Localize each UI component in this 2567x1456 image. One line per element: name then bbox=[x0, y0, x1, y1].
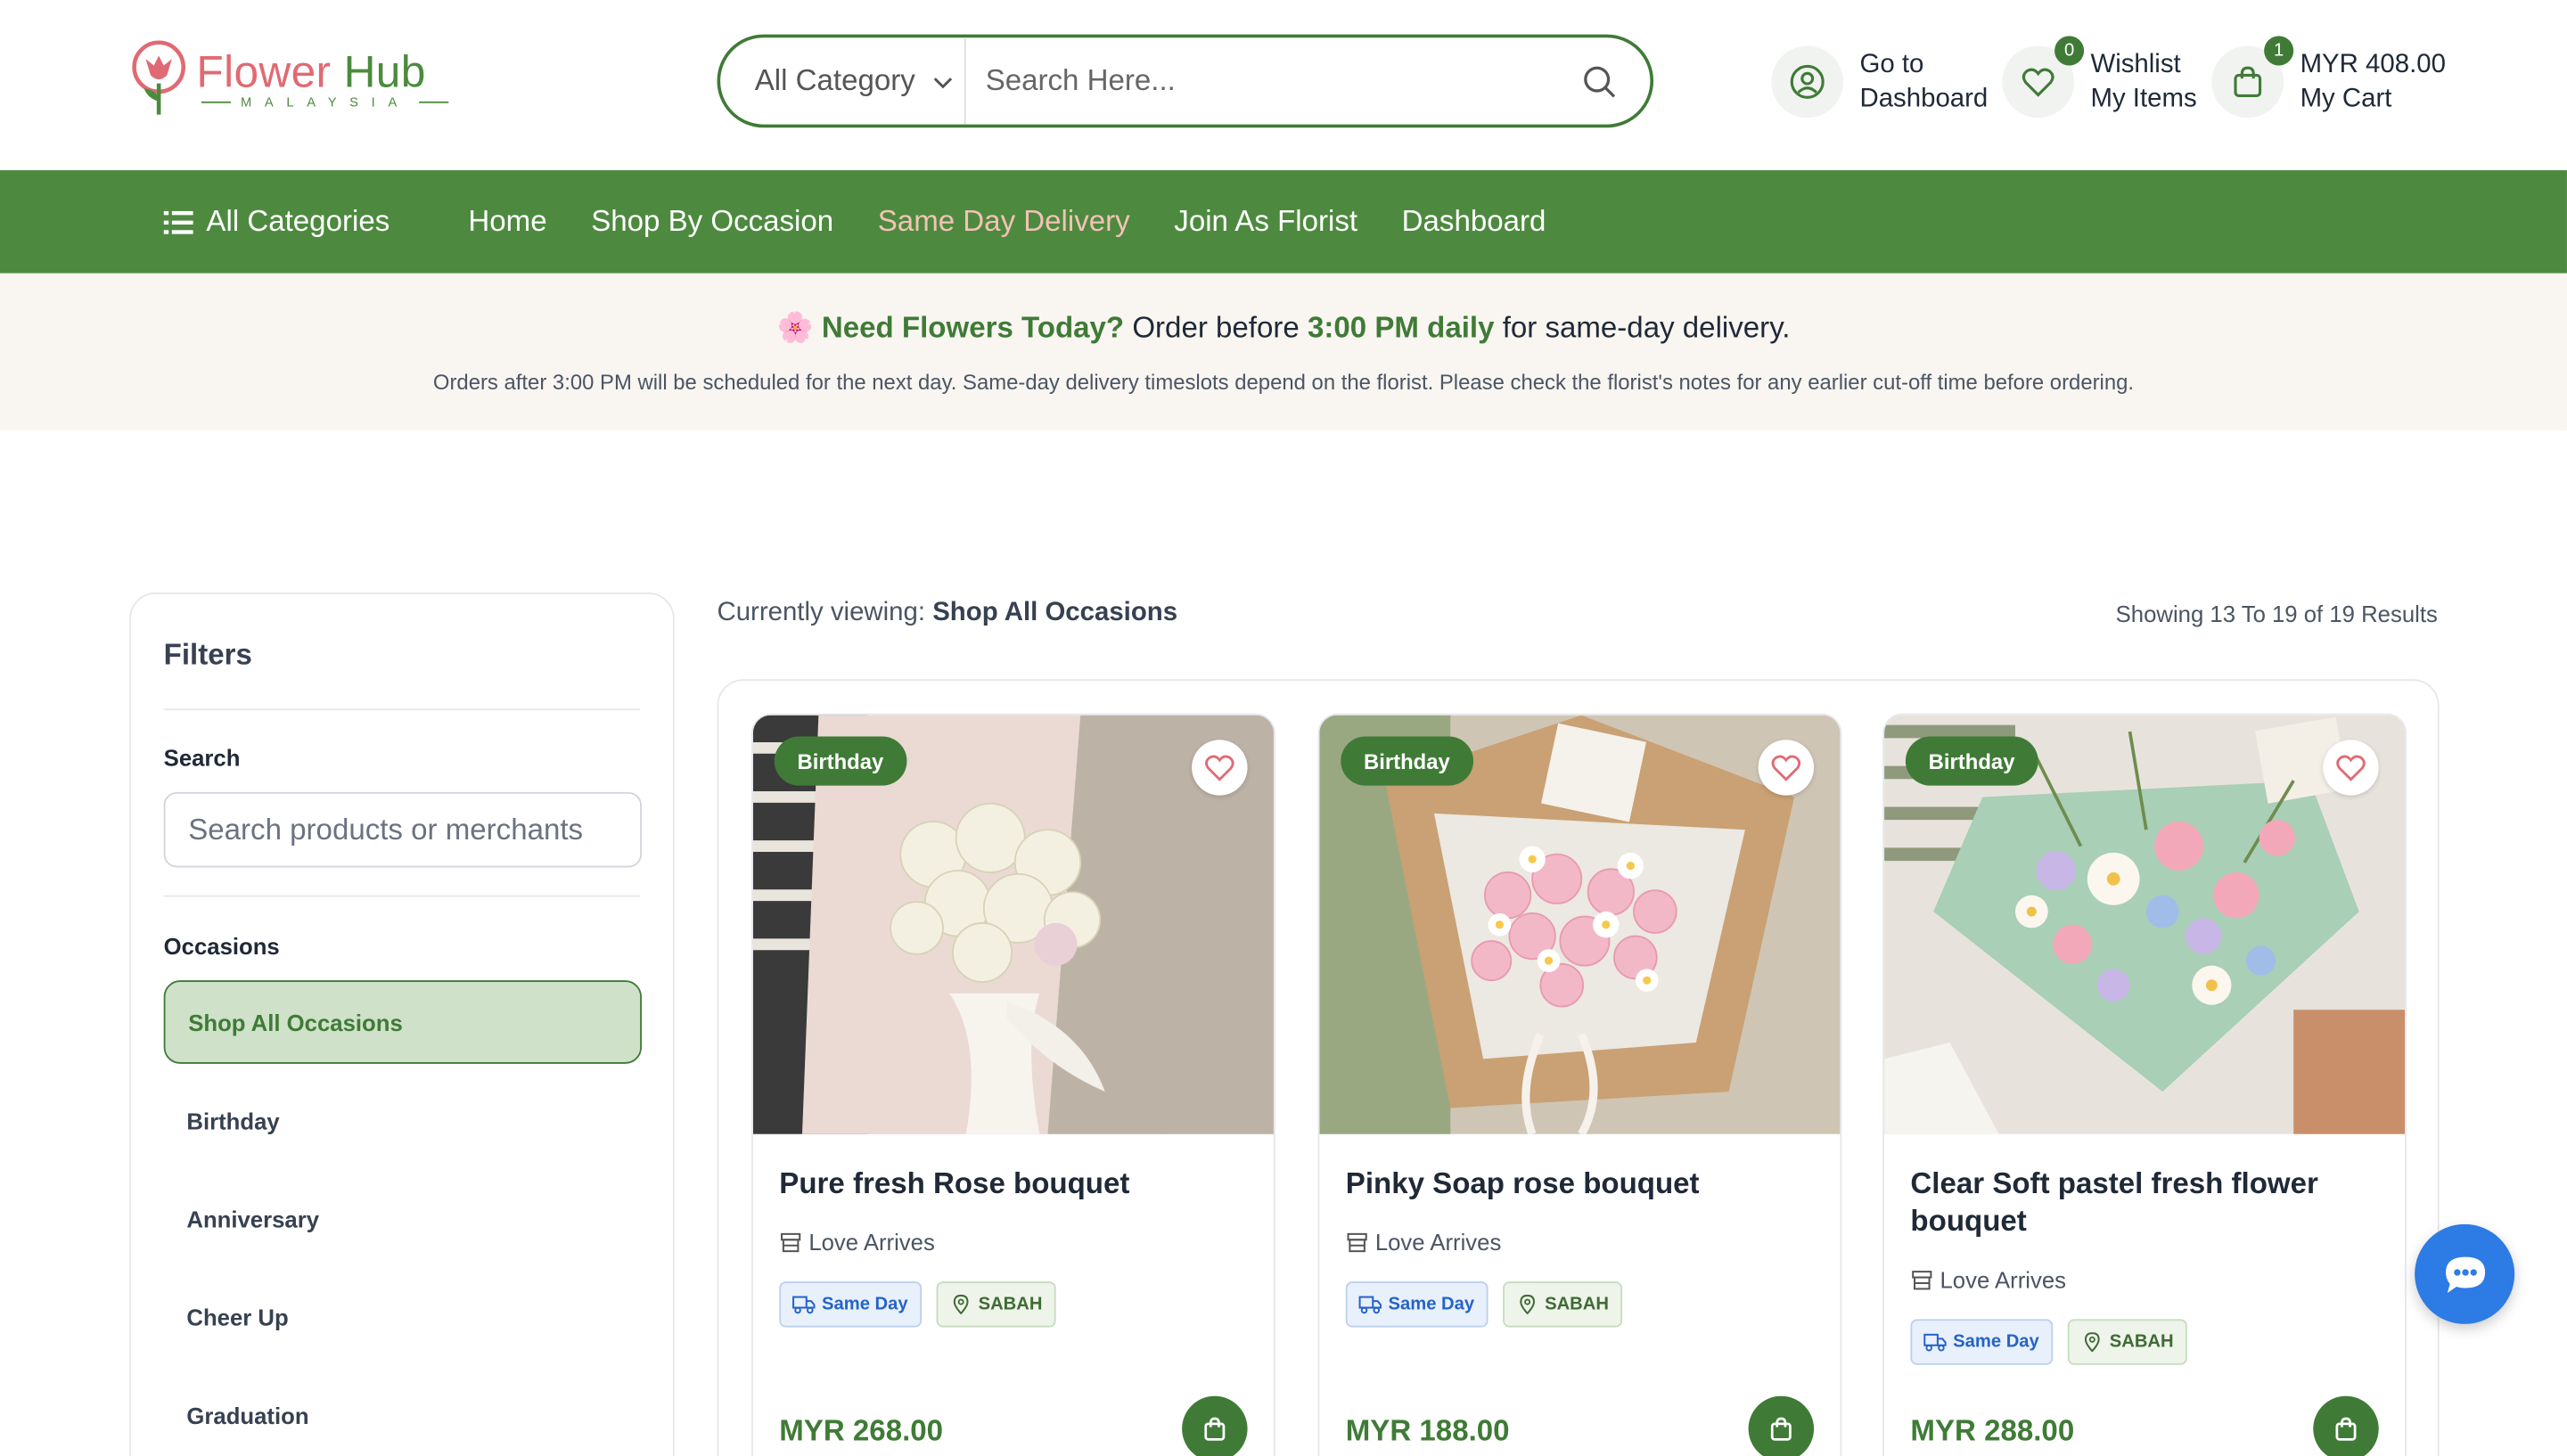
cart-count-badge: 1 bbox=[2264, 36, 2294, 66]
logo-subtitle: MALAYSIA bbox=[201, 94, 450, 109]
search-icon[interactable] bbox=[1581, 63, 1617, 99]
all-categories-button[interactable]: All Categories bbox=[163, 205, 390, 240]
header-search-input[interactable] bbox=[965, 63, 1582, 99]
heart-icon bbox=[2336, 755, 2366, 781]
store-icon bbox=[1347, 1232, 1367, 1253]
results-count: Showing 13 To 19 of 19 Results bbox=[2115, 601, 2438, 627]
location-badge: SABAH bbox=[935, 1281, 1056, 1328]
banner-note: Orders after 3:00 PM will be scheduled f… bbox=[432, 370, 2135, 395]
filter-search-label: Search bbox=[163, 744, 241, 772]
truck-icon bbox=[1923, 1333, 1947, 1352]
map-pin-icon bbox=[1519, 1294, 1535, 1314]
nav-dashboard[interactable]: Dashboard bbox=[1402, 205, 1546, 240]
same-day-badge: Same Day bbox=[779, 1281, 922, 1328]
occasion-tag: Birthday bbox=[1905, 736, 2038, 786]
chat-bubble-icon bbox=[2445, 1256, 2485, 1293]
add-to-wishlist-button[interactable] bbox=[1192, 740, 1248, 796]
location-badge: SABAH bbox=[2067, 1319, 2187, 1365]
location-badge: SABAH bbox=[1502, 1281, 1622, 1328]
heart-icon bbox=[1771, 755, 1801, 781]
heart-icon bbox=[1205, 755, 1234, 781]
banner-headline: 🌸 Need Flowers Today? Order before 3:00 … bbox=[776, 310, 1791, 344]
filter-search-input[interactable] bbox=[163, 791, 642, 868]
main-nav: All Categories Home Shop By Occasion Sam… bbox=[0, 170, 2567, 274]
shopping-bag-icon bbox=[1770, 1417, 1792, 1441]
product-title[interactable]: Pure fresh Rose bouquet bbox=[779, 1166, 1254, 1203]
add-to-wishlist-button[interactable] bbox=[1758, 740, 1815, 796]
occasion-cheer-up[interactable]: Cheer Up bbox=[164, 1275, 642, 1359]
shopping-bag-icon bbox=[1204, 1417, 1226, 1441]
add-to-cart-button[interactable] bbox=[1182, 1395, 1248, 1456]
product-price: MYR 268.00 bbox=[779, 1413, 944, 1447]
category-select[interactable]: All Category bbox=[720, 37, 966, 125]
product-title[interactable]: Clear Soft pastel fresh flower bouquet bbox=[1910, 1166, 2385, 1240]
nav-join-as-florist[interactable]: Join As Florist bbox=[1174, 205, 1357, 240]
product-card[interactable]: Birthday Pure fresh Rose bouquet Love Ar… bbox=[751, 713, 1275, 1456]
add-to-wishlist-button[interactable] bbox=[2323, 740, 2379, 796]
tulip-logo-icon bbox=[132, 40, 186, 115]
merchant-name[interactable]: Love Arrives bbox=[779, 1229, 935, 1256]
nav-home[interactable]: Home bbox=[468, 205, 546, 240]
add-to-cart-button[interactable] bbox=[1748, 1395, 1815, 1456]
map-pin-icon bbox=[2084, 1332, 2099, 1353]
nav-same-day-delivery[interactable]: Same Day Delivery bbox=[878, 205, 1130, 240]
dashboard-link[interactable]: Go to Dashboard bbox=[1771, 45, 1988, 119]
nav-shop-by-occasion[interactable]: Shop By Occasion bbox=[591, 205, 833, 240]
occasion-anniversary[interactable]: Anniversary bbox=[164, 1177, 642, 1261]
cart-link[interactable]: 1 MYR 408.00 My Cart bbox=[2211, 36, 2446, 119]
site-header: Flower Hub MALAYSIA All Category Go toDa… bbox=[0, 0, 2567, 171]
occasion-tag: Birthday bbox=[774, 736, 907, 786]
chevron-down-icon bbox=[933, 77, 953, 88]
occasion-birthday[interactable]: Birthday bbox=[164, 1078, 642, 1162]
wishlist-link[interactable]: 0 Wishlist My Items bbox=[2002, 36, 2197, 119]
store-icon bbox=[781, 1232, 801, 1253]
filters-title: Filters bbox=[163, 638, 252, 672]
same-day-badge: Same Day bbox=[1345, 1281, 1488, 1328]
merchant-name[interactable]: Love Arrives bbox=[1910, 1267, 2066, 1293]
merchant-name[interactable]: Love Arrives bbox=[1346, 1229, 1501, 1256]
heart-icon bbox=[2022, 68, 2054, 97]
live-chat-button[interactable] bbox=[2415, 1223, 2515, 1324]
truck-icon bbox=[792, 1296, 816, 1314]
map-pin-icon bbox=[953, 1294, 968, 1314]
product-title[interactable]: Pinky Soap rose bouquet bbox=[1346, 1166, 1821, 1203]
same-day-banner: 🌸 Need Flowers Today? Order before 3:00 … bbox=[0, 273, 2567, 431]
product-price: MYR 288.00 bbox=[1910, 1413, 2075, 1447]
logo-name: Flower Hub bbox=[196, 46, 426, 96]
occasion-tag: Birthday bbox=[1341, 736, 1473, 786]
occasion-graduation[interactable]: Graduation bbox=[164, 1373, 642, 1456]
truck-icon bbox=[1358, 1296, 1382, 1314]
currently-viewing: Currently viewing: Shop All Occasions bbox=[717, 599, 1178, 627]
header-search-bar: All Category bbox=[717, 34, 1654, 128]
flower-emoji-icon: 🌸 bbox=[776, 310, 814, 344]
shopping-bag-icon bbox=[2335, 1417, 2357, 1441]
list-icon bbox=[163, 210, 193, 233]
occasions-label: Occasions bbox=[163, 932, 280, 960]
cart-total: MYR 408.00 bbox=[2300, 50, 2446, 79]
add-to-cart-button[interactable] bbox=[2313, 1395, 2379, 1456]
site-logo[interactable]: Flower Hub MALAYSIA bbox=[131, 39, 450, 118]
user-circle-icon bbox=[1790, 64, 1825, 99]
filters-panel: Filters Search Occasions Shop All Occasi… bbox=[129, 592, 675, 1456]
product-price: MYR 188.00 bbox=[1345, 1413, 1510, 1447]
store-icon bbox=[1912, 1271, 1932, 1290]
wishlist-count-badge: 0 bbox=[2054, 36, 2085, 66]
product-grid: Birthday Pure fresh Rose bouquet Love Ar… bbox=[717, 679, 2440, 1456]
product-card[interactable]: Birthday Pinky Soap rose bouquet Love Ar… bbox=[1317, 713, 1842, 1456]
shopping-bag-icon bbox=[2234, 66, 2262, 98]
occasion-shop-all[interactable]: Shop All Occasions bbox=[163, 980, 642, 1064]
same-day-badge: Same Day bbox=[1910, 1319, 2053, 1365]
product-card[interactable]: Birthday Clear Soft pastel fresh flower … bbox=[1882, 713, 2407, 1456]
